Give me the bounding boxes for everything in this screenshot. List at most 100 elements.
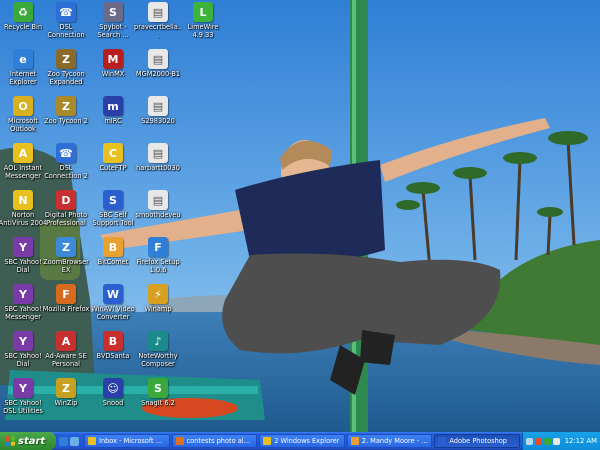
desktop-icon-label: ZoomBrowser EX bbox=[43, 258, 89, 274]
window-app-icon bbox=[88, 437, 96, 445]
app-icon: Z bbox=[56, 96, 76, 116]
taskbar-button[interactable]: 2 Windows Explorer bbox=[259, 434, 345, 448]
taskbar-button[interactable]: Inbox - Microsoft Ou... bbox=[84, 434, 170, 448]
window-app-icon bbox=[350, 437, 359, 445]
desktop-icon-label: Ad-Aware SE Personal bbox=[45, 352, 87, 368]
desktop-icon-label: MGM2000-B1 bbox=[135, 70, 181, 78]
desktop-icon[interactable]: ▤ smoothdeveu bbox=[133, 190, 183, 219]
desktop-icon[interactable]: B BVDSanta bbox=[88, 331, 138, 360]
desktop-icon[interactable]: ▤ MGM2000-B1 bbox=[133, 49, 183, 78]
desktop-icon-label: Spybot - Search ... bbox=[97, 23, 129, 39]
desktop-icon[interactable]: ☎ DSL Connection bbox=[41, 2, 91, 39]
app-icon: m bbox=[103, 96, 123, 116]
desktop-icon[interactable]: L LimeWire 4.9.33 bbox=[178, 2, 228, 39]
desktop-icon[interactable]: F Mozilla Firefox bbox=[41, 284, 91, 313]
window-app-icon bbox=[438, 437, 447, 445]
app-icon: Z bbox=[56, 49, 76, 69]
desktop-icon[interactable]: m mIRC bbox=[88, 96, 138, 125]
taskbar-button[interactable]: Adobe Photoshop bbox=[434, 434, 520, 448]
app-icon: O bbox=[13, 96, 33, 116]
desktop-icon[interactable]: ▤ harbartt0030 bbox=[133, 143, 183, 172]
desktop-icon-label: Firefox Setup 1.0.6 bbox=[136, 258, 180, 274]
desktop-icon-label: pravecrtbella... bbox=[134, 23, 182, 39]
app-icon: Y bbox=[13, 331, 33, 351]
app-icon: Y bbox=[13, 284, 33, 304]
desktop-icon-label: Mozilla Firefox bbox=[42, 305, 90, 313]
app-icon: ▤ bbox=[148, 96, 168, 116]
taskbar-button-label: Inbox - Microsoft Ou... bbox=[99, 437, 166, 445]
quick-launch bbox=[56, 432, 82, 450]
desktop-icon[interactable]: ☺ Snood bbox=[88, 378, 138, 407]
desktop-icon-label: CuteFTP bbox=[99, 164, 127, 172]
tray-network-icon[interactable] bbox=[526, 437, 533, 445]
desktop-icon-label: S2983020 bbox=[141, 117, 175, 125]
app-icon: ☎ bbox=[56, 2, 76, 22]
taskbar-button[interactable]: contests photo albu... bbox=[171, 434, 258, 448]
app-icon: B bbox=[103, 237, 123, 257]
desktop-icon[interactable]: S SnagIt 6.2 bbox=[133, 378, 183, 407]
desktop-icon-label: WinAVI Video Converter bbox=[91, 305, 135, 321]
app-icon: C bbox=[103, 143, 123, 163]
desktop-icon-label: DSL Connection bbox=[47, 23, 85, 39]
desktop-icon[interactable]: W WinAVI Video Converter bbox=[88, 284, 138, 321]
desktop-icon-label: LimeWire 4.9.33 bbox=[187, 23, 219, 39]
quicklaunch-desktop-icon[interactable] bbox=[70, 436, 79, 446]
desktop-icon[interactable]: ▤ pravecrtbella... bbox=[133, 2, 183, 39]
app-icon: Y bbox=[13, 378, 33, 398]
taskbar-button-label: Adobe Photoshop bbox=[449, 437, 507, 445]
app-icon: ☎ bbox=[56, 143, 76, 163]
desktop-icon[interactable]: F Firefox Setup 1.0.6 bbox=[133, 237, 183, 274]
app-icon: S bbox=[103, 2, 123, 22]
taskbar-button-label: contests photo albu... bbox=[186, 437, 254, 445]
desktop-icon[interactable]: Z Zoo Tycoon 2 bbox=[41, 96, 91, 125]
system-tray: 12:12 AM bbox=[522, 432, 600, 450]
tray-volume-icon[interactable] bbox=[553, 437, 560, 445]
quicklaunch-ie-icon[interactable] bbox=[59, 436, 68, 446]
tray-messenger-icon[interactable] bbox=[544, 437, 551, 445]
taskbar-button-label: 2 Windows Explorer bbox=[274, 437, 340, 445]
app-icon: W bbox=[103, 284, 123, 304]
desktop-icon[interactable]: D Digital Photo Professional bbox=[41, 190, 91, 227]
taskbar-button[interactable]: 2. Mandy Moore - T... bbox=[346, 434, 433, 448]
desktop-icon[interactable]: ⚡ Winamp bbox=[133, 284, 183, 313]
app-icon: M bbox=[103, 49, 123, 69]
desktop-icon[interactable]: Z WinZip bbox=[41, 378, 91, 407]
window-app-icon bbox=[263, 437, 272, 445]
desktop-icon-label: NoteWorthy Composer bbox=[138, 352, 178, 368]
window-app-icon bbox=[175, 437, 184, 445]
app-icon: A bbox=[13, 143, 33, 163]
start-button[interactable]: start bbox=[0, 432, 56, 450]
app-icon: Z bbox=[56, 237, 76, 257]
desktop-icon[interactable]: C CuteFTP bbox=[88, 143, 138, 172]
app-icon: N bbox=[13, 190, 33, 210]
app-icon: ▤ bbox=[148, 190, 168, 210]
desktop-icon[interactable]: ☎ DSL Connection 2 bbox=[41, 143, 91, 180]
app-icon: S bbox=[103, 190, 123, 210]
desktop-icon[interactable]: A Ad-Aware SE Personal bbox=[41, 331, 91, 368]
desktop-icon-label: BitComet bbox=[97, 258, 129, 266]
desktop-icon[interactable]: M WinMX bbox=[88, 49, 138, 78]
desktop-icon[interactable]: S SBC Self Support Tool bbox=[88, 190, 138, 227]
desktop-icon-label: smoothdeveu bbox=[135, 211, 181, 219]
desktop-icon-label: DSL Connection 2 bbox=[44, 164, 88, 180]
app-icon: F bbox=[148, 237, 168, 257]
taskbar-clock[interactable]: 12:12 AM bbox=[565, 437, 597, 445]
app-icon: Z bbox=[56, 378, 76, 398]
desktop-icon[interactable]: B BitComet bbox=[88, 237, 138, 266]
app-icon: ▤ bbox=[148, 49, 168, 69]
desktop-icon-label: Snood bbox=[102, 399, 124, 407]
desktop-icon[interactable]: ♪ NoteWorthy Composer bbox=[133, 331, 183, 368]
desktop-icon-label: WinZip bbox=[54, 399, 78, 407]
app-icon: D bbox=[56, 190, 76, 210]
desktop-icon[interactable]: Z ZoomBrowser EX bbox=[41, 237, 91, 274]
taskbar-button-label: 2. Mandy Moore - T... bbox=[361, 437, 429, 445]
desktop-icon[interactable]: ▤ S2983020 bbox=[133, 96, 183, 125]
taskbar-buttons: Inbox - Microsoft Ou... contests photo al… bbox=[82, 432, 522, 450]
tray-shield-icon[interactable] bbox=[535, 437, 542, 445]
app-icon: e bbox=[13, 49, 33, 69]
desktop-icon[interactable]: S Spybot - Search ... bbox=[88, 2, 138, 39]
desktop-icon-label: WinMX bbox=[101, 70, 125, 78]
desktop-icon-label: SnagIt 6.2 bbox=[141, 399, 175, 407]
windows-flag-icon bbox=[5, 435, 15, 447]
desktop-icon[interactable]: Z Zoo Tycoon Expanded bbox=[41, 49, 91, 86]
